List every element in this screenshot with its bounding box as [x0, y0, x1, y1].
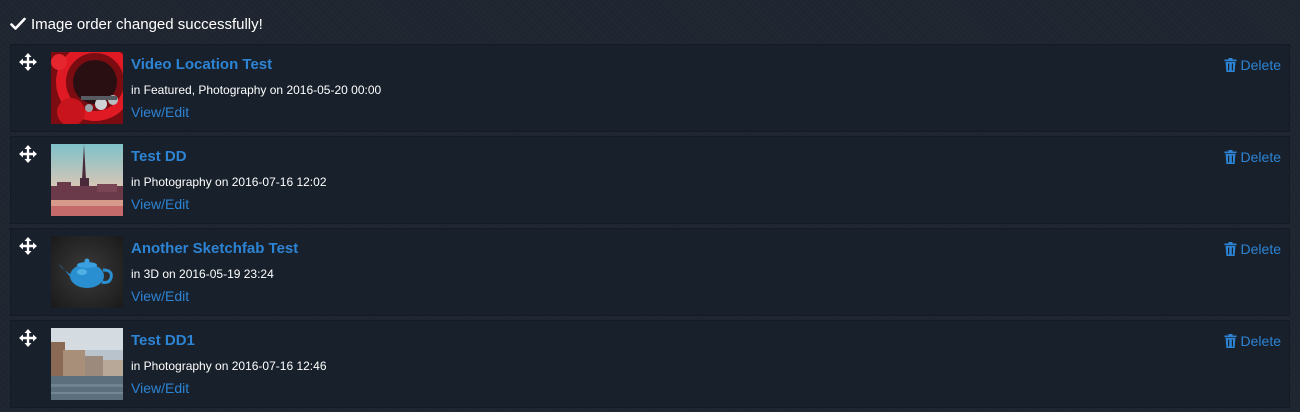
delete-label: Delete: [1240, 241, 1281, 257]
delete-label: Delete: [1240, 149, 1281, 165]
thumbnail-waterfront[interactable]: [51, 328, 123, 400]
trash-icon: [1224, 334, 1237, 348]
list-item[interactable]: Video Location Test in Featured, Photogr…: [10, 44, 1290, 132]
item-title[interactable]: Another Sketchfab Test: [131, 240, 298, 257]
item-meta: in Photography on 2016-07-16 12:02: [131, 175, 327, 189]
delete-button[interactable]: Delete: [1224, 333, 1281, 349]
trash-icon: [1224, 242, 1237, 256]
item-meta: in Photography on 2016-07-16 12:46: [131, 359, 327, 373]
delete-button[interactable]: Delete: [1224, 241, 1281, 257]
check-icon: [10, 16, 26, 32]
item-meta: in 3D on 2016-05-19 23:24: [131, 267, 274, 281]
delete-button[interactable]: Delete: [1224, 149, 1281, 165]
status-text: Image order changed successfully!: [31, 15, 263, 33]
status-message: Image order changed successfully!: [10, 14, 263, 34]
view-edit-link[interactable]: View/Edit: [131, 196, 189, 212]
delete-label: Delete: [1240, 57, 1281, 73]
delete-button[interactable]: Delete: [1224, 57, 1281, 73]
item-title[interactable]: Video Location Test: [131, 56, 272, 73]
view-edit-link[interactable]: View/Edit: [131, 380, 189, 396]
trash-icon: [1224, 150, 1237, 164]
thumbnail-city-spire[interactable]: [51, 144, 123, 216]
move-arrows-icon[interactable]: [19, 145, 37, 163]
view-edit-link[interactable]: View/Edit: [131, 288, 189, 304]
item-meta: in Featured, Photography on 2016-05-20 0…: [131, 83, 382, 97]
item-title[interactable]: Test DD1: [131, 332, 195, 349]
item-title[interactable]: Test DD: [131, 148, 187, 165]
image-order-list: Video Location Test in Featured, Photogr…: [10, 44, 1290, 412]
move-arrows-icon[interactable]: [19, 329, 37, 347]
list-item[interactable]: Another Sketchfab Test in 3D on 2016-05-…: [10, 228, 1290, 316]
delete-label: Delete: [1240, 333, 1281, 349]
list-item[interactable]: Test DD in Photography on 2016-07-16 12:…: [10, 136, 1290, 224]
move-arrows-icon[interactable]: [19, 53, 37, 71]
thumbnail-dashboard-gauges[interactable]: [51, 52, 123, 124]
move-arrows-icon[interactable]: [19, 237, 37, 255]
trash-icon: [1224, 58, 1237, 72]
list-item[interactable]: Test DD1 in Photography on 2016-07-16 12…: [10, 320, 1290, 408]
view-edit-link[interactable]: View/Edit: [131, 104, 189, 120]
thumbnail-teapot[interactable]: [51, 236, 123, 308]
